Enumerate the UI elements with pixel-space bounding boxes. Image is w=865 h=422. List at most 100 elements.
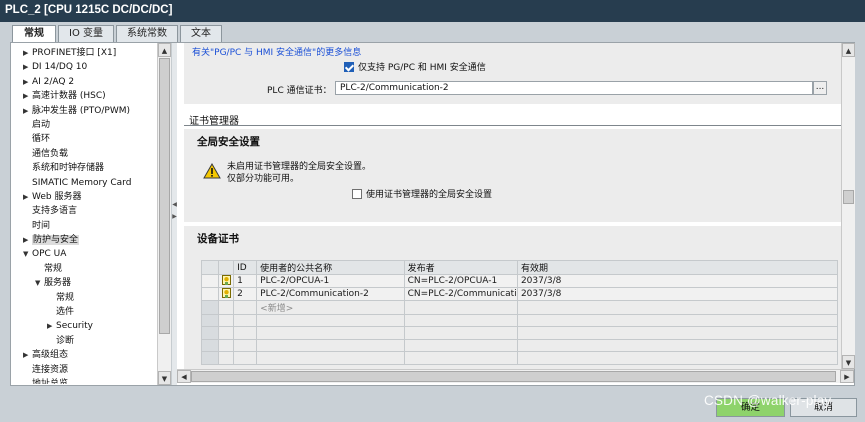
cert-browse-button[interactable]: ...	[813, 81, 827, 95]
header-subject: 使用者的公共名称	[256, 260, 405, 275]
tree-item[interactable]: SIMATIC Memory Card	[15, 176, 157, 190]
tab-general[interactable]: 常规	[12, 25, 56, 43]
tab-texts[interactable]: 文本	[180, 25, 222, 42]
empty-cell	[256, 326, 405, 340]
certificate-icon	[222, 275, 232, 287]
row-header[interactable]	[200, 274, 220, 288]
scroll-right-icon[interactable]: ▶	[840, 370, 854, 383]
tree-item[interactable]: 常规	[15, 291, 157, 305]
scroll-up-icon[interactable]: ▲	[842, 43, 855, 57]
tree-item[interactable]: ▶ Security	[15, 319, 157, 333]
tree-item[interactable]: ▶ 脉冲发生器 (PTO/PWM)	[15, 104, 157, 118]
empty-cell	[218, 313, 235, 328]
tree-scrollbar[interactable]: ▲ ▼	[157, 43, 171, 385]
row-header[interactable]	[200, 287, 220, 301]
tree-item[interactable]: ▶ DI 14/DQ 10	[15, 60, 157, 74]
empty-cell	[233, 313, 258, 328]
expanded-arrow-icon[interactable]: ▼	[23, 247, 32, 261]
tree-item[interactable]: ▶ AI 2/AQ 2	[15, 75, 157, 89]
tree-item[interactable]: ▼ OPC UA	[15, 247, 157, 261]
collapsed-arrow-icon[interactable]: ▶	[47, 319, 56, 333]
cert-id: 1	[233, 274, 258, 288]
collapsed-arrow-icon[interactable]: ▶	[23, 190, 32, 204]
empty-row	[200, 338, 839, 353]
add-new-row[interactable]: <新增>	[200, 300, 839, 315]
scroll-down-icon[interactable]: ▼	[842, 355, 855, 369]
tree-item[interactable]: ▶ 防护与安全	[15, 233, 157, 247]
tree-item-label: 常规	[44, 263, 63, 274]
tree-item[interactable]: ▶ PROFINET接口 [X1]	[15, 46, 157, 60]
empty-cell	[233, 326, 258, 340]
tab-io-tags[interactable]: IO 变量	[58, 25, 114, 42]
warning-line-1: 未启用证书管理器的全局安全设置。	[227, 162, 372, 172]
tab-bar: 常规 IO 变量 系统常数 文本	[12, 25, 224, 43]
tree-item[interactable]: 地址总览	[15, 377, 157, 384]
scroll-left-icon[interactable]: ◀	[177, 370, 191, 383]
cert-field[interactable]: PLC-2/Communication-2	[335, 81, 813, 95]
empty-cell	[233, 300, 258, 315]
only-secure-checkbox[interactable]	[344, 62, 354, 72]
tree-item[interactable]: 循环	[15, 132, 157, 146]
empty-row	[200, 313, 839, 328]
cert-valid: 2037/3/8	[516, 274, 839, 288]
empty-cell	[403, 300, 518, 315]
empty-cell	[403, 338, 518, 353]
use-global-checkbox[interactable]	[352, 189, 362, 199]
hscroll-thumb[interactable]	[191, 371, 836, 382]
empty-cell	[516, 313, 839, 328]
tree-item-label: Security	[56, 321, 93, 332]
header-issuer: 发布者	[403, 260, 518, 275]
more-info-link[interactable]: 有关"PG/PC 与 HMI 安全通信"的更多信息	[192, 45, 361, 58]
tree-item-label: 选件	[56, 307, 75, 318]
collapsed-arrow-icon[interactable]: ▶	[23, 104, 32, 118]
collapsed-arrow-icon[interactable]: ▶	[23, 75, 32, 89]
use-global-label: 使用证书管理器的全局安全设置	[366, 190, 493, 200]
tree-item[interactable]: 通信负载	[15, 147, 157, 161]
tree-item-label: 支持多语言	[32, 206, 78, 217]
empty-row	[200, 326, 839, 340]
tree-item[interactable]: 常规	[15, 262, 157, 276]
collapsed-arrow-icon[interactable]: ▶	[23, 233, 32, 247]
table-header-row: ID 使用者的公共名称 发布者 有效期	[200, 260, 839, 275]
expanded-arrow-icon[interactable]: ▼	[35, 276, 44, 290]
collapsed-arrow-icon[interactable]: ▶	[23, 348, 32, 362]
empty-cell	[218, 300, 235, 315]
tree-item[interactable]: 连接资源	[15, 363, 157, 377]
table-row[interactable]: 2 PLC-2/Communication-2 CN=PLC-2/Communica…	[200, 287, 839, 301]
scroll-thumb[interactable]	[843, 190, 854, 204]
global-security-heading: 全局安全设置	[197, 136, 260, 148]
tree-item-label: 启动	[32, 119, 51, 130]
add-new-cell[interactable]: <新增>	[256, 300, 405, 315]
content-hscrollbar[interactable]: ◀ ▶	[177, 369, 854, 383]
tree-item[interactable]: ▼ 服务器	[15, 276, 157, 290]
tree-item[interactable]: 系统和时钟存储器	[15, 161, 157, 175]
table-row[interactable]: 1 PLC-2/OPCUA-1 CN=PLC-2/OPCUA-1 2037/3/8	[200, 274, 839, 288]
tree-item[interactable]: ▶ Web 服务器	[15, 190, 157, 204]
scroll-down-icon[interactable]: ▼	[158, 371, 171, 385]
use-global-row[interactable]: 使用证书管理器的全局安全设置	[352, 189, 492, 201]
tree-item[interactable]: 支持多语言	[15, 204, 157, 218]
tree-item[interactable]: 选件	[15, 305, 157, 319]
cert-issuer: CN=PLC-2/OPCUA-1	[403, 274, 518, 288]
empty-cell	[403, 351, 518, 365]
tree-item-label: Web 服务器	[32, 191, 82, 202]
tab-system-constants[interactable]: 系统常数	[116, 25, 178, 42]
empty-cell	[516, 326, 839, 340]
collapsed-arrow-icon[interactable]: ▶	[23, 60, 32, 74]
only-secure-row[interactable]: 仅支持 PG/PC 和 HMI 安全通信	[344, 62, 486, 74]
scroll-thumb[interactable]	[159, 58, 170, 334]
tree-item-label: 诊断	[56, 335, 75, 346]
content-scrollbar[interactable]: ▲ ▼	[841, 43, 855, 369]
tree-item[interactable]: ▶ 高速计数器 (HSC)	[15, 89, 157, 103]
collapsed-arrow-icon[interactable]: ▶	[23, 46, 32, 60]
row-header[interactable]	[200, 300, 220, 315]
tree-item[interactable]: ▶ 高级组态	[15, 348, 157, 362]
scroll-up-icon[interactable]: ▲	[158, 43, 171, 57]
navigation-tree: ▶ PROFINET接口 [X1] ▶ DI 14/DQ 10 ▶ AI 2/AQ 2 ▶ 高…	[15, 46, 157, 384]
tree-item[interactable]: 时间	[15, 219, 157, 233]
tree-item-label: DI 14/DQ 10	[32, 62, 88, 73]
tree-item-label: 脉冲发生器 (PTO/PWM)	[32, 105, 131, 116]
tree-item[interactable]: 启动	[15, 118, 157, 132]
collapsed-arrow-icon[interactable]: ▶	[23, 89, 32, 103]
tree-item[interactable]: 诊断	[15, 334, 157, 348]
